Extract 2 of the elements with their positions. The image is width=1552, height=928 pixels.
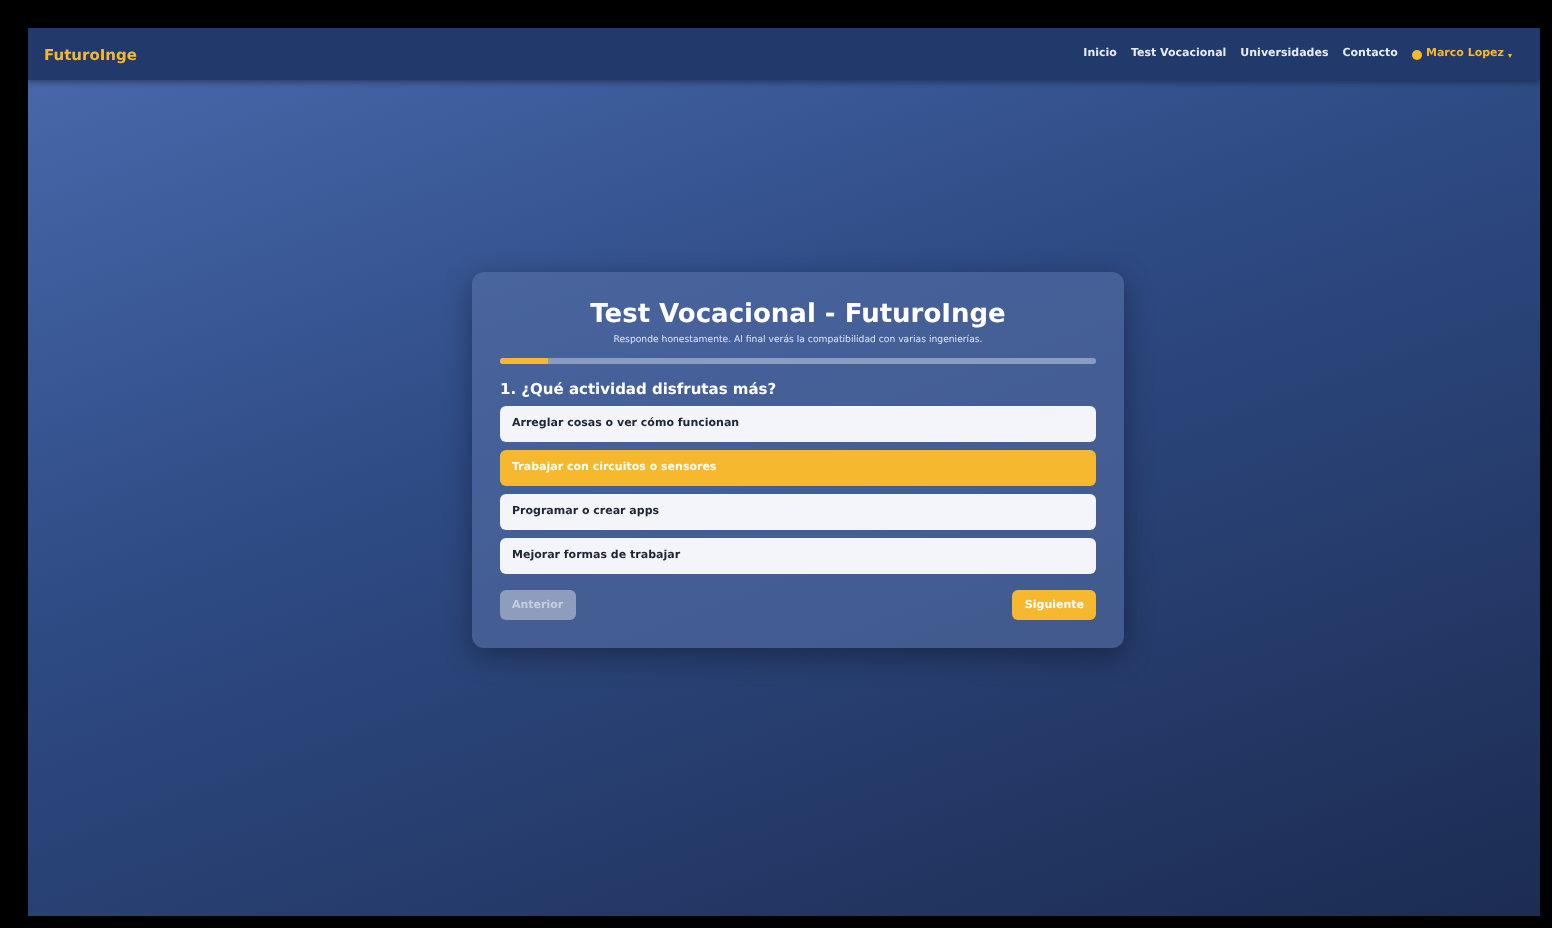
user-icon	[1411, 49, 1422, 59]
quiz-title: Test Vocacional - FuturoInge	[588, 300, 1008, 330]
